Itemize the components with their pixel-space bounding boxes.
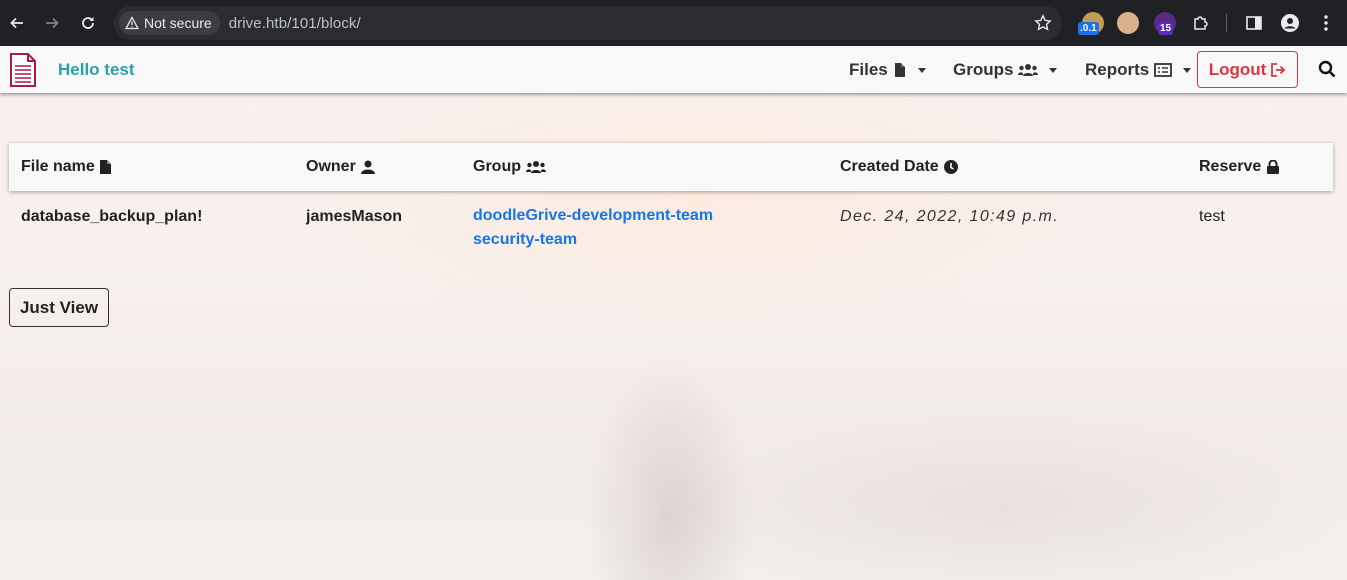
reload-icon [82, 17, 94, 29]
header-reserve-label: Reserve [1199, 158, 1262, 175]
browser-toolbar: Not secure drive.htb/101/block/ .0.1 15 [0, 0, 1347, 46]
menu-reports[interactable]: Reports [1085, 60, 1192, 80]
chevron-down-icon [1183, 67, 1192, 73]
profile-icon[interactable] [1280, 13, 1300, 33]
logout-label: Logout [1208, 59, 1267, 79]
greeting[interactable]: Hello test [58, 60, 135, 80]
table-header: File name Owner Group Created Date Reser… [9, 143, 1333, 191]
side-panel-icon[interactable] [1244, 13, 1264, 33]
toolbar-divider [1226, 14, 1227, 32]
header-created-date: Created Date [840, 158, 958, 176]
menu-groups-label: Groups [953, 60, 1014, 79]
extension-badge: .0.1 [1078, 22, 1099, 35]
file-icon [99, 160, 111, 174]
file-icon [894, 63, 905, 77]
bookmark-star-icon[interactable] [1034, 14, 1052, 32]
address-bar[interactable]: Not secure drive.htb/101/block/ [114, 6, 1062, 40]
cell-file-name[interactable]: database_backup_plan! [21, 208, 202, 226]
navbar: Hello test Files Groups Reports Logout [0, 46, 1347, 93]
security-chip[interactable]: Not secure [119, 11, 220, 35]
logout-button[interactable]: Logout [1197, 51, 1298, 88]
header-reserve: Reserve [1199, 158, 1280, 176]
cell-reserve: test [1199, 208, 1225, 225]
reload-button[interactable] [76, 11, 100, 35]
header-group-label: Group [473, 158, 521, 175]
extensions-puzzle-icon[interactable] [1191, 13, 1211, 33]
forward-button[interactable] [40, 11, 64, 35]
warning-icon [125, 16, 139, 30]
kebab-menu-icon[interactable] [1316, 13, 1336, 33]
back-button[interactable] [5, 11, 29, 35]
extension-glasses-icon[interactable] [1117, 12, 1139, 34]
header-owner: Owner [306, 158, 375, 176]
menu-reports-label: Reports [1085, 60, 1150, 79]
sign-out-icon [1271, 62, 1286, 77]
user-icon [360, 160, 375, 174]
cell-created-date: Dec. 24, 2022, 10:49 p.m. [840, 208, 1060, 225]
group-link[interactable]: doodleGrive-development-team [473, 204, 713, 228]
extension-count-badge: 15 [1158, 22, 1174, 35]
lock-icon [1267, 160, 1280, 174]
header-file-name: File name [21, 158, 111, 176]
menu-files[interactable]: Files [849, 60, 926, 80]
header-group: Group [473, 158, 546, 176]
arrow-left-icon [10, 17, 23, 29]
menu-files-label: Files [849, 60, 888, 79]
arrow-right-icon [46, 17, 59, 29]
clock-icon [943, 160, 958, 174]
document-logo-icon[interactable] [9, 52, 37, 88]
users-icon [1018, 64, 1039, 76]
users-icon [526, 161, 546, 173]
header-file-name-label: File name [21, 158, 95, 175]
chevron-down-icon [1049, 67, 1058, 73]
group-link[interactable]: security-team [473, 228, 713, 252]
cell-groups: doodleGrive-development-team security-te… [473, 204, 713, 252]
chevron-down-icon [917, 67, 926, 73]
header-created-date-label: Created Date [840, 158, 939, 175]
security-label: Not secure [144, 15, 212, 31]
list-icon [1154, 63, 1173, 77]
search-icon[interactable] [1318, 60, 1336, 78]
url-text[interactable]: drive.htb/101/block/ [229, 15, 361, 32]
cell-owner: jamesMason [306, 208, 403, 225]
menu-groups[interactable]: Groups [953, 60, 1058, 80]
just-view-button[interactable]: Just View [9, 288, 109, 327]
page-background [0, 46, 1347, 580]
header-owner-label: Owner [306, 158, 356, 175]
